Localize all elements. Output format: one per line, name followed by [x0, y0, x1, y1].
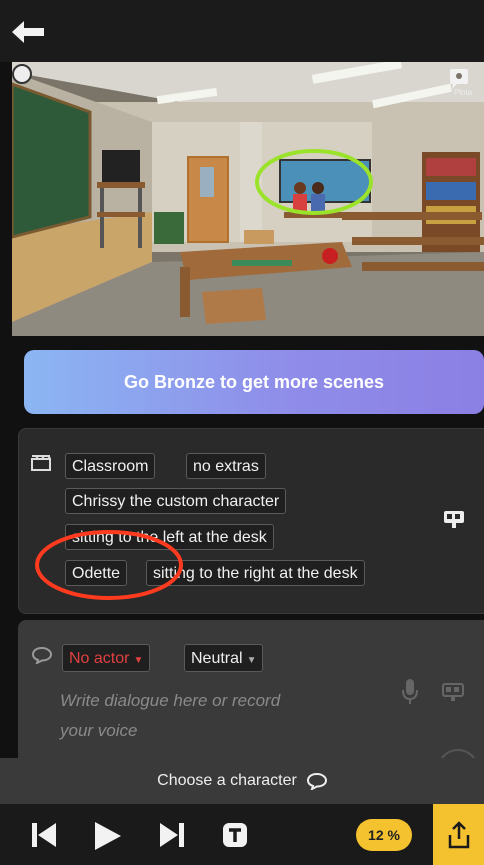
go-bronze-button[interactable]: Go Bronze to get more scenes	[24, 350, 484, 414]
scene-preview: Plota	[12, 62, 484, 336]
camera-angle-icon[interactable]	[442, 682, 464, 702]
play-icon[interactable]	[92, 821, 122, 851]
text-mode-icon[interactable]	[222, 822, 248, 848]
classroom-scene-image	[12, 62, 484, 336]
speech-bubble-icon	[32, 646, 52, 664]
character-1-chip[interactable]: Chrissy the custom character	[65, 488, 287, 514]
dialogue-placeholder-line-1: Write dialogue here or record	[60, 691, 281, 710]
top-bar	[0, 0, 484, 62]
plotagon-badge: Plota	[448, 68, 478, 100]
camera-angle-icon[interactable]	[443, 509, 465, 529]
plotagon-logo-icon	[450, 69, 468, 89]
red-annotation-circle	[35, 530, 183, 600]
chevron-down-icon: ▼	[246, 655, 257, 666]
skip-back-icon[interactable]	[30, 821, 58, 849]
microphone-icon[interactable]	[402, 678, 418, 706]
emotion-select[interactable]: Neutral ▼	[184, 644, 264, 672]
dialogue-input[interactable]: Write dialogue here or record your voice	[60, 686, 330, 746]
skip-forward-icon[interactable]	[158, 821, 186, 849]
share-upload-icon	[448, 820, 469, 848]
actor-select[interactable]: No actor ▼	[62, 644, 151, 672]
choose-character-bar[interactable]: Choose a character	[0, 758, 484, 804]
scene-settings-panel[interactable]: Classroom no extras Chrissy the custom c…	[18, 428, 484, 614]
dialogue-placeholder-line-2: your voice	[60, 721, 138, 740]
progress-badge[interactable]: 12 %	[356, 819, 412, 851]
actor-select-value: No actor	[69, 650, 130, 667]
choose-character-label: Choose a character	[157, 772, 297, 789]
location-chip[interactable]: Classroom	[65, 453, 156, 479]
emotion-select-value: Neutral	[191, 650, 243, 667]
clapperboard-icon	[31, 455, 51, 471]
arrow-left-icon[interactable]	[10, 18, 46, 46]
plotagon-badge-label: Plota	[453, 88, 473, 97]
dialogue-panel: No actor ▼ Neutral ▼ Write dialogue here o…	[18, 620, 484, 770]
share-button[interactable]	[433, 804, 484, 865]
speech-bubble-icon	[306, 772, 327, 790]
chevron-down-icon: ▼	[133, 655, 144, 666]
extras-chip[interactable]: no extras	[186, 453, 266, 479]
